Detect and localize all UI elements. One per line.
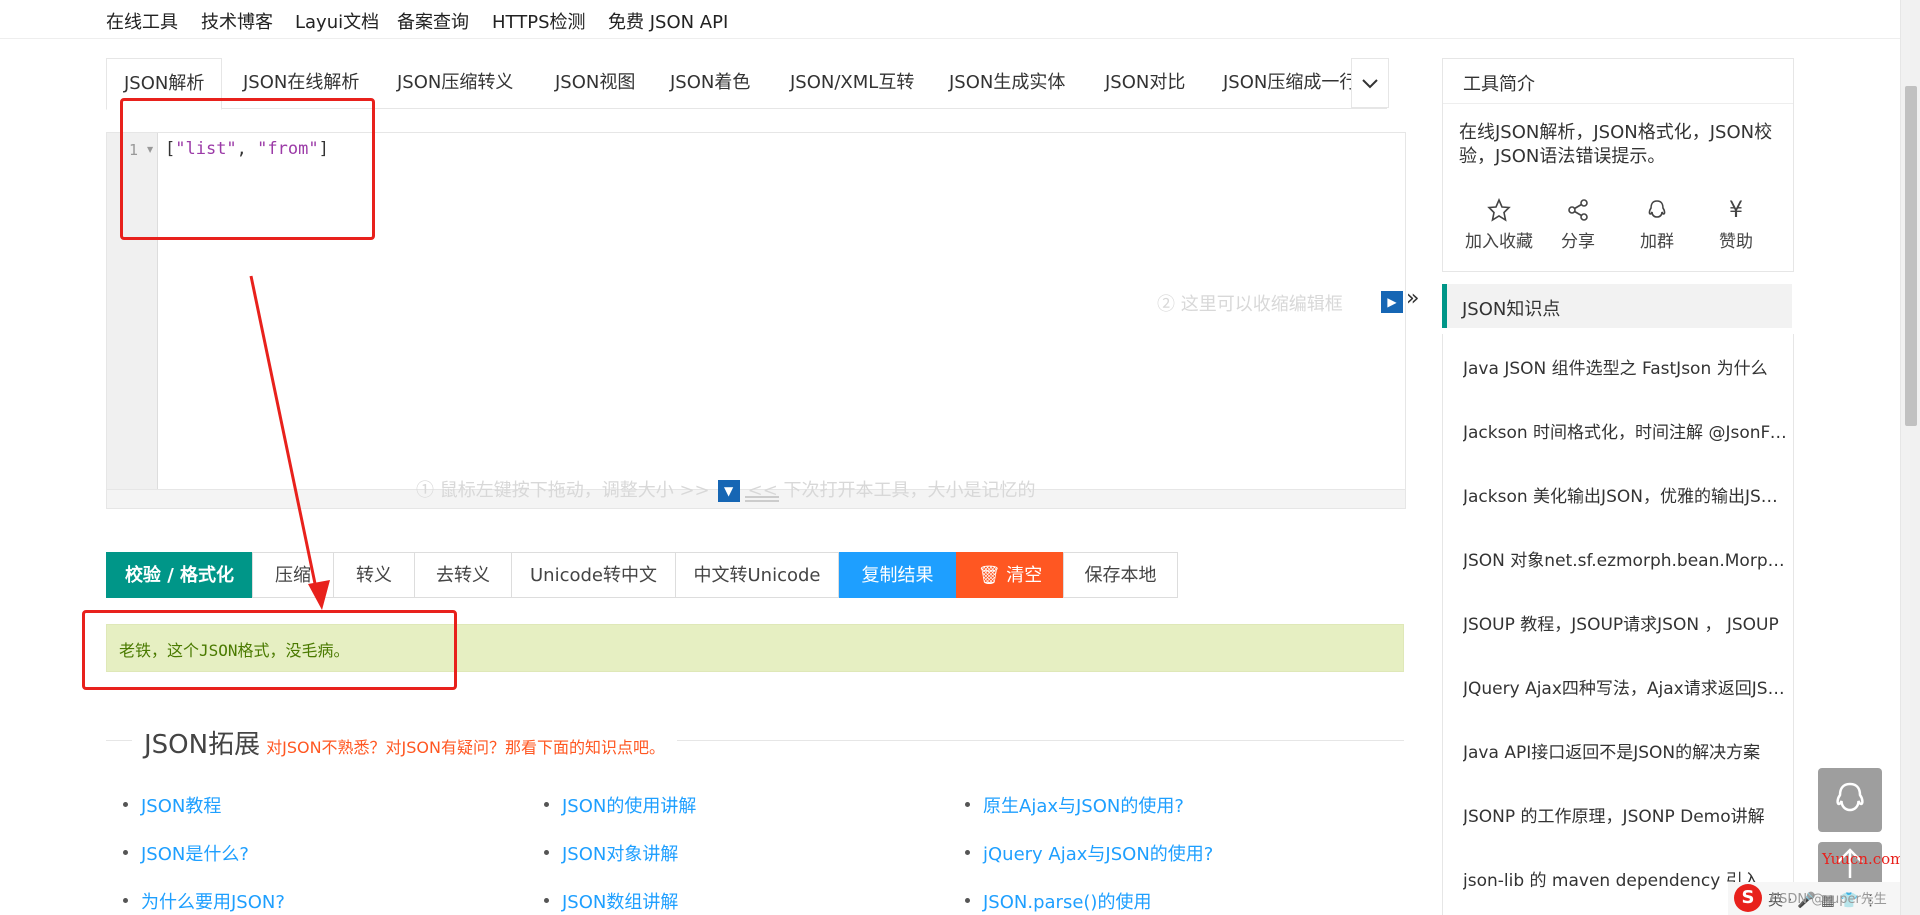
extension-title: JSON拓展 对JSON不熟悉？对JSON有疑问？那看下面的知识点吧。 [132, 724, 677, 761]
sogou-ime-icon[interactable]: S [1734, 884, 1762, 912]
tool-intro-title: 工具简介 [1463, 74, 1535, 95]
knowledge-item[interactable]: Jackson 美化输出JSON，优雅的输出JSON数据 [1463, 482, 1789, 507]
knowledge-item[interactable]: JSONP 的工作原理，JSONP Demo讲解 [1463, 802, 1789, 827]
star-icon [1459, 195, 1539, 225]
link-native-ajax-json[interactable]: 原生Ajax与JSON的使用? [965, 792, 1184, 818]
scrollbar-thumb[interactable] [1905, 86, 1917, 426]
knowledge-item[interactable]: JSOUP 教程，JSOUP请求JSON ， JSOUP [1463, 610, 1789, 635]
favorite-action[interactable]: 加入收藏 [1459, 195, 1539, 252]
share-action[interactable]: 分享 [1538, 195, 1618, 252]
tool-intro-card: 工具简介 在线JSON解析，JSON格式化，JSON校验，JSON语法错误提示。… [1442, 58, 1794, 272]
qq-icon [1836, 782, 1864, 812]
knowledge-item[interactable]: JSON 对象net.sf.ezmorph.bean.MorphDynaBean [1463, 546, 1789, 571]
qq-icon [1617, 195, 1697, 225]
tool-intro-header: 工具简介 [1443, 59, 1793, 104]
link-json-tutorial[interactable]: JSON教程 [122, 792, 221, 818]
favorite-label: 加入收藏 [1465, 232, 1533, 252]
extension-heading: JSON拓展 [144, 730, 261, 760]
link-json-array[interactable]: JSON数组讲解 [543, 888, 678, 914]
csdn-credit: CSDN @super先生 [1770, 892, 1887, 907]
link-json-parse[interactable]: JSON.parse()的使用 [964, 888, 1151, 914]
knowledge-title: JSON知识点 [1462, 299, 1561, 320]
watermark: Yuucn.com [1822, 850, 1905, 868]
link-what-is-json[interactable]: JSON是什么? [123, 840, 249, 866]
link-jquery-ajax-json[interactable]: jQuery Ajax与JSON的使用? [964, 840, 1213, 866]
link-why-json[interactable]: 为什么要用JSON? [123, 888, 285, 914]
knowledge-list: Java JSON 组件选型之 FastJson 为什么 Jackson 时间格… [1442, 334, 1794, 915]
knowledge-item[interactable]: Java API接口返回不是JSON的解决方案 [1463, 738, 1789, 763]
tool-intro-desc: 在线JSON解析，JSON格式化，JSON校验，JSON语法错误提示。 [1459, 122, 1773, 167]
sponsor-label: 赞助 [1719, 232, 1753, 252]
extension-subtitle: 对JSON不熟悉？对JSON有疑问？那看下面的知识点吧。 [266, 738, 665, 757]
knowledge-item[interactable]: Jackson 时间格式化，时间注解 @JsonFormat [1463, 418, 1789, 443]
float-qq-button[interactable] [1818, 768, 1882, 832]
knowledge-item[interactable]: Java JSON 组件选型之 FastJson 为什么 [1463, 354, 1789, 379]
knowledge-header: JSON知识点 [1442, 284, 1792, 328]
sponsor-action[interactable]: ¥ 赞助 [1696, 195, 1776, 253]
knowledge-item[interactable]: JQuery Ajax四种写法，Ajax请求返回JSON [1463, 674, 1789, 699]
link-json-usage[interactable]: JSON的使用讲解 [543, 792, 696, 818]
join-group-action[interactable]: 加群 [1617, 195, 1697, 252]
share-label: 分享 [1561, 232, 1595, 252]
join-group-label: 加群 [1640, 232, 1674, 252]
yen-icon: ¥ [1729, 197, 1743, 223]
share-icon [1538, 195, 1618, 225]
link-json-object[interactable]: JSON对象讲解 [543, 840, 678, 866]
page-scrollbar[interactable] [1900, 0, 1920, 915]
